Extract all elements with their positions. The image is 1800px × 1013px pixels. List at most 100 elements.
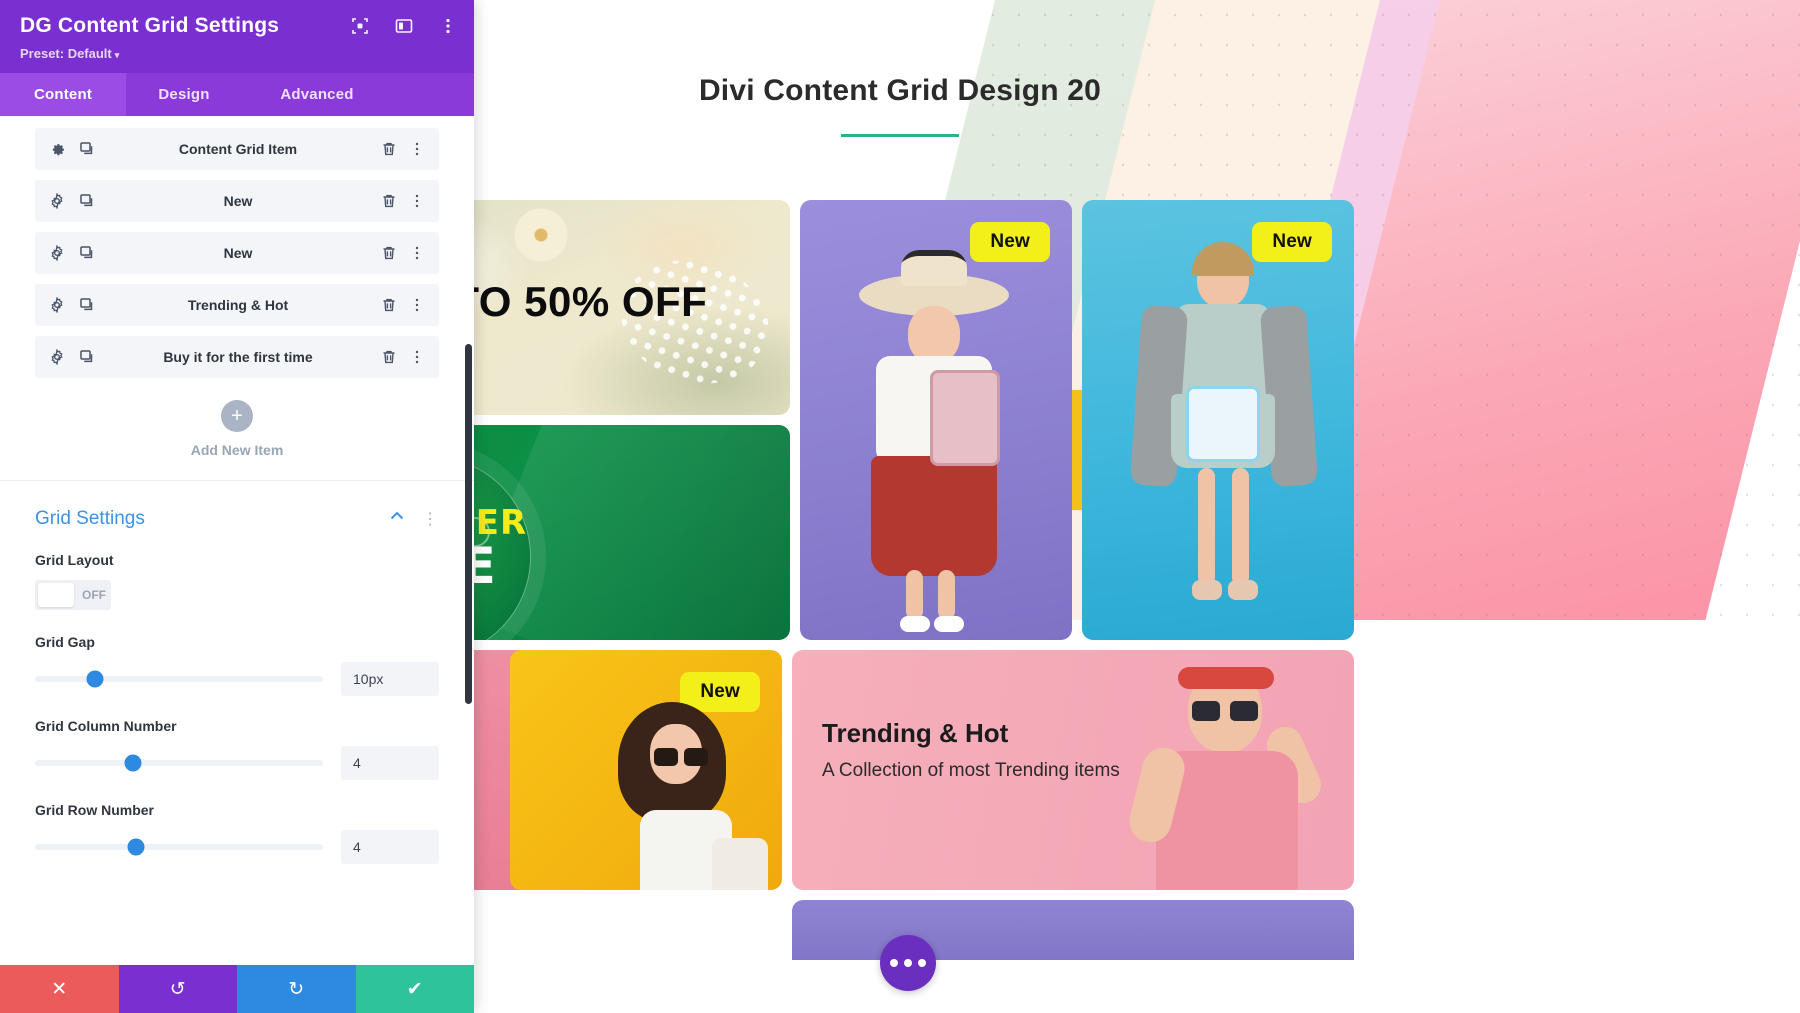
grid-card-trending-hot[interactable]: Trending & Hot A Collection of most Tren… [792,650,1354,890]
grid-settings-title: Grid Settings [35,507,145,529]
add-new-item-label: Add New Item [190,442,284,458]
panel-body: Content Grid Item New New Trending & Hot… [0,116,474,965]
gear-icon[interactable] [49,141,65,157]
more-options-fab[interactable] [880,935,936,991]
grid-layout-toggle[interactable]: OFF [35,580,111,610]
item-right-actions [381,193,439,209]
grid-settings-header[interactable]: Grid Settings ⋮ [35,507,439,530]
field-grid-row-number: Grid Row Number 4 [35,802,439,864]
model-illustration-purple [834,260,1034,640]
item-left-actions [35,296,95,314]
item-right-actions [381,141,439,157]
toggle-state-label: OFF [82,588,106,602]
slider-knob[interactable] [127,838,145,856]
field-label: Grid Gap [35,634,95,650]
kebab-menu-icon[interactable] [438,16,458,36]
list-item[interactable]: New [35,232,439,274]
kebab-menu-icon[interactable] [409,245,425,261]
grid-row-number-value[interactable]: 4 [341,830,439,864]
save-button[interactable]: ✔ [355,965,474,1013]
tab-content[interactable]: Content [0,73,126,116]
model-illustration-yellow [588,698,768,890]
field-label: Grid Row Number [35,802,155,818]
duplicate-icon[interactable] [79,141,95,157]
kebab-menu-icon[interactable] [409,349,425,365]
layout-panel-icon[interactable] [394,16,414,36]
plus-icon: + [221,400,253,432]
preset-selector[interactable]: Preset: Default ▾ [20,46,454,61]
panel-header: DG Content Grid Settings Preset: Default… [0,0,474,73]
list-item-label: New [223,245,253,261]
fab-dot-2 [904,959,912,967]
trash-icon[interactable] [381,349,397,365]
item-right-actions [381,297,439,313]
trash-icon[interactable] [381,245,397,261]
gear-icon[interactable] [49,296,65,314]
settings-panel: DG Content Grid Settings Preset: Default… [0,0,474,1013]
duplicate-icon[interactable] [79,349,95,365]
item-left-actions [35,141,95,157]
panel-scrollbar[interactable] [465,344,472,704]
panel-tabs: Content Design Advanced [0,73,474,116]
trash-icon[interactable] [381,141,397,157]
badge-new: New [970,222,1050,262]
slider-knob[interactable] [124,754,142,772]
trending-subtitle: A Collection of most Trending items [822,760,1120,781]
duplicate-icon[interactable] [79,193,95,209]
item-right-actions [381,349,439,365]
list-item[interactable]: Buy it for the first time [35,336,439,378]
list-item-label: Buy it for the first time [163,349,313,365]
panel-header-actions [350,16,458,36]
kebab-menu-icon[interactable] [409,141,425,157]
grid-card-bottom-peek[interactable] [792,900,1354,960]
slider-row: 10px [35,662,439,696]
list-item[interactable]: Content Grid Item [35,128,439,170]
trash-icon[interactable] [381,193,397,209]
screen-root: Divi Content Grid Design 20 UP TO 50% OF… [0,0,1800,1013]
grid-row-number-slider[interactable] [35,838,323,856]
list-item-label: New [223,193,253,209]
kebab-menu-icon[interactable] [409,297,425,313]
grid-card-blue-model[interactable]: New [1082,200,1354,640]
grid-gap-slider[interactable] [35,670,323,688]
kebab-menu-icon[interactable] [409,193,425,209]
kebab-menu-icon[interactable]: ⋮ [422,509,439,529]
gear-icon[interactable] [49,244,65,262]
add-new-item-button[interactable]: + Add New Item [35,388,439,478]
trash-icon[interactable] [381,297,397,313]
list-item[interactable]: New [35,180,439,222]
grid-column-number-slider[interactable] [35,754,323,772]
grid-gap-value[interactable]: 10px [341,662,439,696]
field-label: Grid Layout [35,552,114,568]
gear-icon[interactable] [49,348,65,366]
panel-footer: ✕ ↺ ↻ ✔ [0,965,474,1013]
undo-button[interactable]: ↺ [118,965,237,1013]
list-item-label: Content Grid Item [178,141,298,157]
focus-icon[interactable] [350,16,370,36]
field-grid-column-number: Grid Column Number 4 [35,718,439,780]
grid-card-yellow-model[interactable]: New [510,650,782,890]
slider-knob[interactable] [86,670,104,688]
gear-icon[interactable] [49,192,65,210]
item-right-actions [381,245,439,261]
grid-column-number-value[interactable]: 4 [341,746,439,780]
list-item[interactable]: Trending & Hot [35,284,439,326]
item-left-actions [35,192,95,210]
field-grid-gap: Grid Gap 10px [35,634,439,696]
cancel-button[interactable]: ✕ [0,965,119,1013]
grid-item-list: Content Grid Item New New Trending & Hot… [0,116,474,478]
tab-advanced[interactable]: Advanced [242,73,392,116]
redo-button[interactable]: ↻ [237,965,356,1013]
duplicate-icon[interactable] [79,245,95,261]
model-illustration-trending [1125,659,1327,890]
item-left-actions [35,244,95,262]
flower-decoration [510,204,572,266]
duplicate-icon[interactable] [79,297,95,313]
title-underline-accent [841,134,959,137]
tab-design[interactable]: Design [126,73,242,116]
trending-title: Trending & Hot [822,718,1009,748]
list-item-label: Trending & Hot [187,297,289,313]
grid-card-purple-model[interactable]: New [800,200,1072,640]
slider-row: 4 [35,746,439,780]
chevron-up-icon[interactable] [388,507,406,530]
